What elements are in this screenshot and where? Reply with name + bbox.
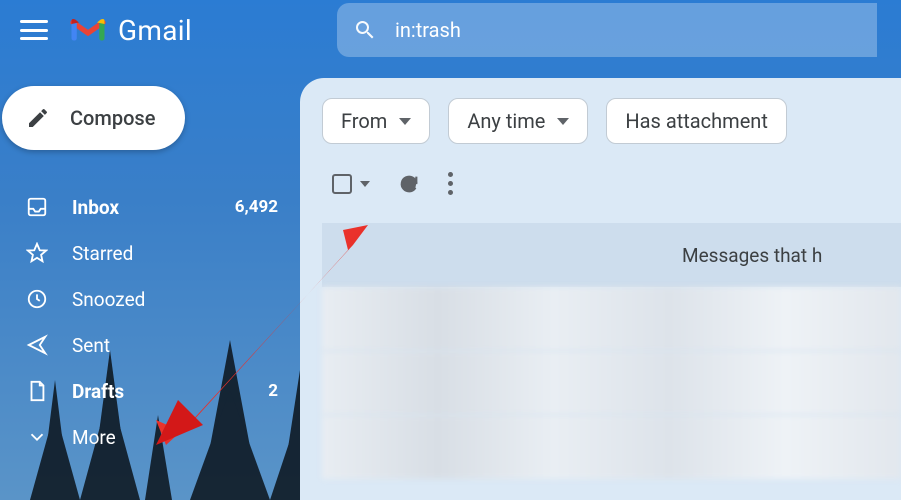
- sidebar-item-sent[interactable]: Sent: [0, 322, 300, 368]
- mail-toolbar: [322, 172, 901, 195]
- search-value: in:trash: [395, 18, 461, 42]
- trash-info-banner: Messages that h: [322, 223, 901, 287]
- file-icon: [26, 380, 48, 402]
- chevron-down-icon: [360, 181, 370, 187]
- filter-chips: From Any time Has attachment: [322, 98, 901, 144]
- compose-label: Compose: [70, 106, 155, 130]
- filter-chip-from[interactable]: From: [322, 98, 430, 144]
- search-icon: [353, 18, 377, 42]
- filter-chip-anytime[interactable]: Any time: [448, 98, 588, 144]
- chevron-down-icon: [557, 118, 569, 125]
- sidebar: Compose Inbox 6,492 Starred Snoozed Sent: [0, 60, 300, 500]
- app-header: Gmail in:trash: [0, 0, 901, 60]
- main-menu-button[interactable]: [20, 20, 48, 40]
- search-input[interactable]: in:trash: [337, 3, 877, 57]
- mail-panel: From Any time Has attachment Messages th…: [300, 78, 901, 500]
- sidebar-item-starred[interactable]: Starred: [0, 230, 300, 276]
- sidebar-item-snoozed[interactable]: Snoozed: [0, 276, 300, 322]
- message-row[interactable]: [322, 351, 901, 415]
- inbox-icon: [26, 196, 48, 218]
- compose-button[interactable]: Compose: [2, 86, 185, 150]
- sidebar-item-drafts[interactable]: Drafts 2: [0, 368, 300, 414]
- chevron-down-icon: [26, 426, 48, 448]
- pencil-icon: [26, 106, 50, 130]
- star-icon: [26, 242, 48, 264]
- checkbox-icon: [332, 174, 352, 194]
- more-actions-button[interactable]: [448, 172, 453, 195]
- refresh-button[interactable]: [398, 173, 420, 195]
- message-row[interactable]: [322, 415, 901, 479]
- select-all-checkbox[interactable]: [332, 174, 370, 194]
- filter-chip-has-attachment[interactable]: Has attachment: [606, 98, 787, 144]
- message-list: [322, 287, 901, 479]
- chevron-down-icon: [399, 118, 411, 125]
- sidebar-item-more[interactable]: More: [0, 414, 300, 460]
- send-icon: [26, 334, 48, 356]
- app-title: Gmail: [118, 14, 192, 47]
- sidebar-item-inbox[interactable]: Inbox 6,492: [0, 184, 300, 230]
- clock-icon: [26, 288, 48, 310]
- folder-nav: Inbox 6,492 Starred Snoozed Sent Drafts …: [0, 184, 300, 460]
- message-row[interactable]: [322, 287, 901, 351]
- gmail-logo-icon: [70, 16, 106, 44]
- gmail-logo[interactable]: Gmail: [70, 14, 192, 47]
